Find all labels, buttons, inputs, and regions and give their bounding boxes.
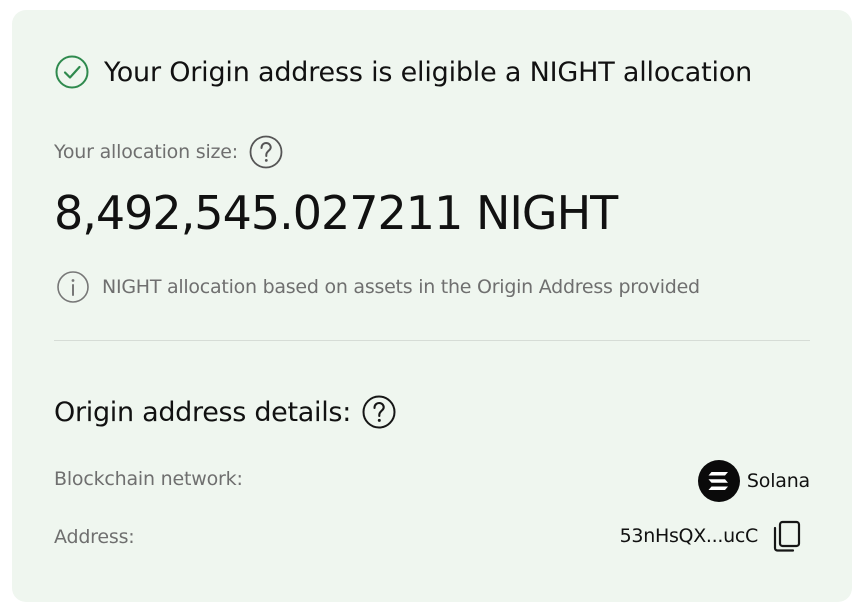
eligibility-card: Your Origin address is eligible a NIGHT … [12,10,852,602]
origin-details-title: Origin address details: [54,396,351,428]
origin-details-header: Origin address details: [54,394,397,430]
solana-icon [697,460,740,502]
allocation-label-row: Your allocation size: [54,134,284,170]
check-circle-icon [55,55,89,89]
address-value: 53nHsQX...ucC [620,518,804,554]
address-text: 53nHsQX...ucC [619,525,759,547]
address-label: Address: [54,526,135,548]
allocation-info-text: NIGHT allocation based on assets in the … [102,276,700,298]
allocation-size-label: Your allocation size: [54,141,238,163]
info-circle-icon [57,271,89,303]
allocation-amount: 8,492,545.027211 NIGHT [54,186,618,240]
allocation-info: NIGHT allocation based on assets in the … [56,270,700,304]
question-circle-icon[interactable] [248,134,284,170]
eligibility-title: Your Origin address is eligible a NIGHT … [104,56,753,88]
blockchain-network-name: Solana [746,470,810,492]
copy-icon[interactable] [770,518,804,554]
blockchain-network-label: Blockchain network: [54,468,243,490]
blockchain-network-value: Solana [697,459,810,503]
eligibility-header: Your Origin address is eligible a NIGHT … [54,54,752,90]
section-divider [54,340,810,341]
question-circle-icon[interactable] [361,394,397,430]
